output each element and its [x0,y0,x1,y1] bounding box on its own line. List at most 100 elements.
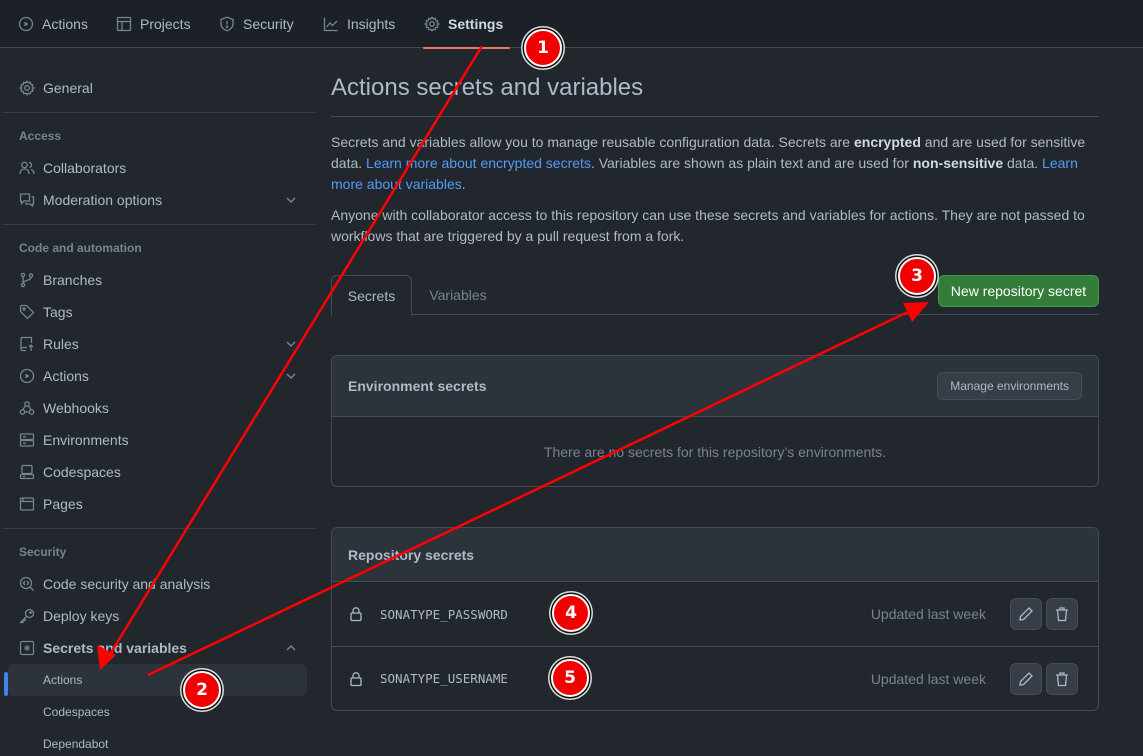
tab-security[interactable]: Security [219,0,294,48]
sidebar-item-pages[interactable]: Pages [8,488,307,520]
play-icon [18,16,34,32]
environment-secrets-panel: Environment secrets Manage environments … [331,355,1099,487]
sidebar-item-webhooks[interactable]: Webhooks [8,392,307,424]
tab-label: Insights [347,16,396,32]
text-encrypted: encrypted [853,134,921,150]
play-icon [19,368,35,384]
empty-state: There are no secrets for this repository… [543,443,887,460]
sidebar-item-label: General [43,80,93,96]
gear-icon [19,80,35,96]
table-icon [116,16,132,32]
sidebar-item-tags[interactable]: Tags [8,296,307,328]
sidebar-item-environments[interactable]: Environments [8,424,307,456]
tab-insights[interactable]: Insights [323,0,395,48]
secret-row: SONATYPE_USERNAME Updated last week [332,646,1098,710]
sidebar-item-branches[interactable]: Branches [8,264,307,296]
pencil-icon [1019,607,1033,621]
chevron-down-icon[interactable] [285,338,297,350]
chevron-down-icon[interactable] [285,370,297,382]
sidebar-item-label: Deploy keys [43,608,120,624]
edit-secret-button[interactable] [1010,598,1042,630]
graph-icon [323,17,338,32]
sidebar-item-label: Actions [43,673,83,687]
key-icon [19,608,35,624]
lock-icon [350,607,362,622]
edit-secret-button[interactable] [1010,663,1042,695]
text: data. [1003,155,1043,171]
panel-title: Environment secrets [348,378,487,394]
delete-secret-button[interactable] [1046,663,1078,695]
sidebar-item-label: Branches [43,272,103,288]
gear-icon [424,16,440,32]
people-icon [19,161,35,175]
sidebar-item-label: Environments [43,432,129,448]
browser-icon [19,497,35,511]
panel-header: Environment secrets Manage environments [332,356,1098,417]
tab-variables[interactable]: Variables [412,275,504,315]
section-heading-access: Access [19,129,62,143]
tab-actions[interactable]: Actions [18,0,88,48]
secret-updated: Updated last week [870,670,986,687]
branch-icon [20,272,34,288]
asterisk-box-icon [19,640,35,656]
section-heading-security: Security [19,545,67,559]
sidebar-item-label: Tags [43,304,73,320]
comment-discussion-icon [19,193,35,208]
learn-more-secrets-link[interactable]: Learn more about encrypted secrets [366,155,591,171]
codespaces-icon [19,464,35,480]
sidebar-item-actions[interactable]: Actions [8,360,307,392]
sidebar-item-label: Codespaces [43,705,110,719]
tab-label: Actions [42,16,88,32]
sidebar-item-collaborators[interactable]: Collaborators [8,152,307,184]
delete-secret-button[interactable] [1046,598,1078,630]
sidebar-item-secrets-variables[interactable]: Secrets and variables [8,632,307,664]
sidebar-item-label: Collaborators [43,160,127,176]
secret-row: SONATYPE_PASSWORD Updated last week [332,582,1098,646]
tab-label: Settings [448,16,504,32]
trash-icon [1056,672,1068,687]
divider [3,112,315,113]
tab-label: Security [243,16,294,32]
manage-environments-button[interactable]: Manage environments [937,372,1082,400]
sidebar-subitem-codespaces[interactable]: Codespaces [8,696,307,728]
sidebar-item-code-security[interactable]: Code security and analysis [8,568,307,600]
pencil-icon [1019,672,1033,686]
sidebar-item-label: Codespaces [43,464,121,480]
sidebar-item-deploy-keys[interactable]: Deploy keys [8,600,307,632]
sidebar-item-rules[interactable]: Rules [8,328,307,360]
text: . [461,176,466,192]
sidebar-item-moderation[interactable]: Moderation options [8,184,307,216]
secret-updated: Updated last week [870,606,986,622]
webhook-icon [19,401,35,415]
tab-projects[interactable]: Projects [116,0,191,48]
codescan-icon [19,576,34,591]
sidebar-item-label: Actions [43,368,89,384]
lock-icon [350,671,362,686]
server-icon [19,433,35,447]
trash-icon [1056,607,1068,622]
section-heading-code-automation: Code and automation [19,241,142,255]
sidebar-subitem-dependabot[interactable]: Dependabot [8,728,307,756]
sidebar-item-label: Dependabot [43,737,109,751]
chevron-up-icon[interactable] [285,642,297,654]
page-title: Actions secrets and variables [331,74,644,101]
new-repository-secret-button[interactable]: New repository secret [938,275,1099,307]
sidebar-item-general[interactable]: General [8,72,307,104]
settings-sidebar: General Access Collaborators Moderation … [0,48,316,756]
panel-header: Repository secrets [332,528,1098,582]
sidebar-item-codespaces[interactable]: Codespaces [8,456,307,488]
text: . Variables are shown as plain text and … [590,155,913,171]
sidebar-item-label: Rules [43,336,79,352]
divider [331,116,1099,117]
tab-secrets[interactable]: Secrets [331,275,412,316]
chevron-down-icon[interactable] [285,194,297,206]
tab-settings[interactable]: Settings [422,0,511,49]
shield-icon [220,16,234,32]
repo-push-icon [20,336,34,352]
sidebar-item-label: Webhooks [43,400,109,416]
tag-icon [19,304,35,320]
description-access: Anyone with collaborator access to this … [331,207,1085,244]
sidebar-subitem-actions[interactable]: Actions [4,664,307,696]
text-non-sensitive: non-sensitive [912,155,1004,171]
tab-label: Projects [140,16,191,32]
